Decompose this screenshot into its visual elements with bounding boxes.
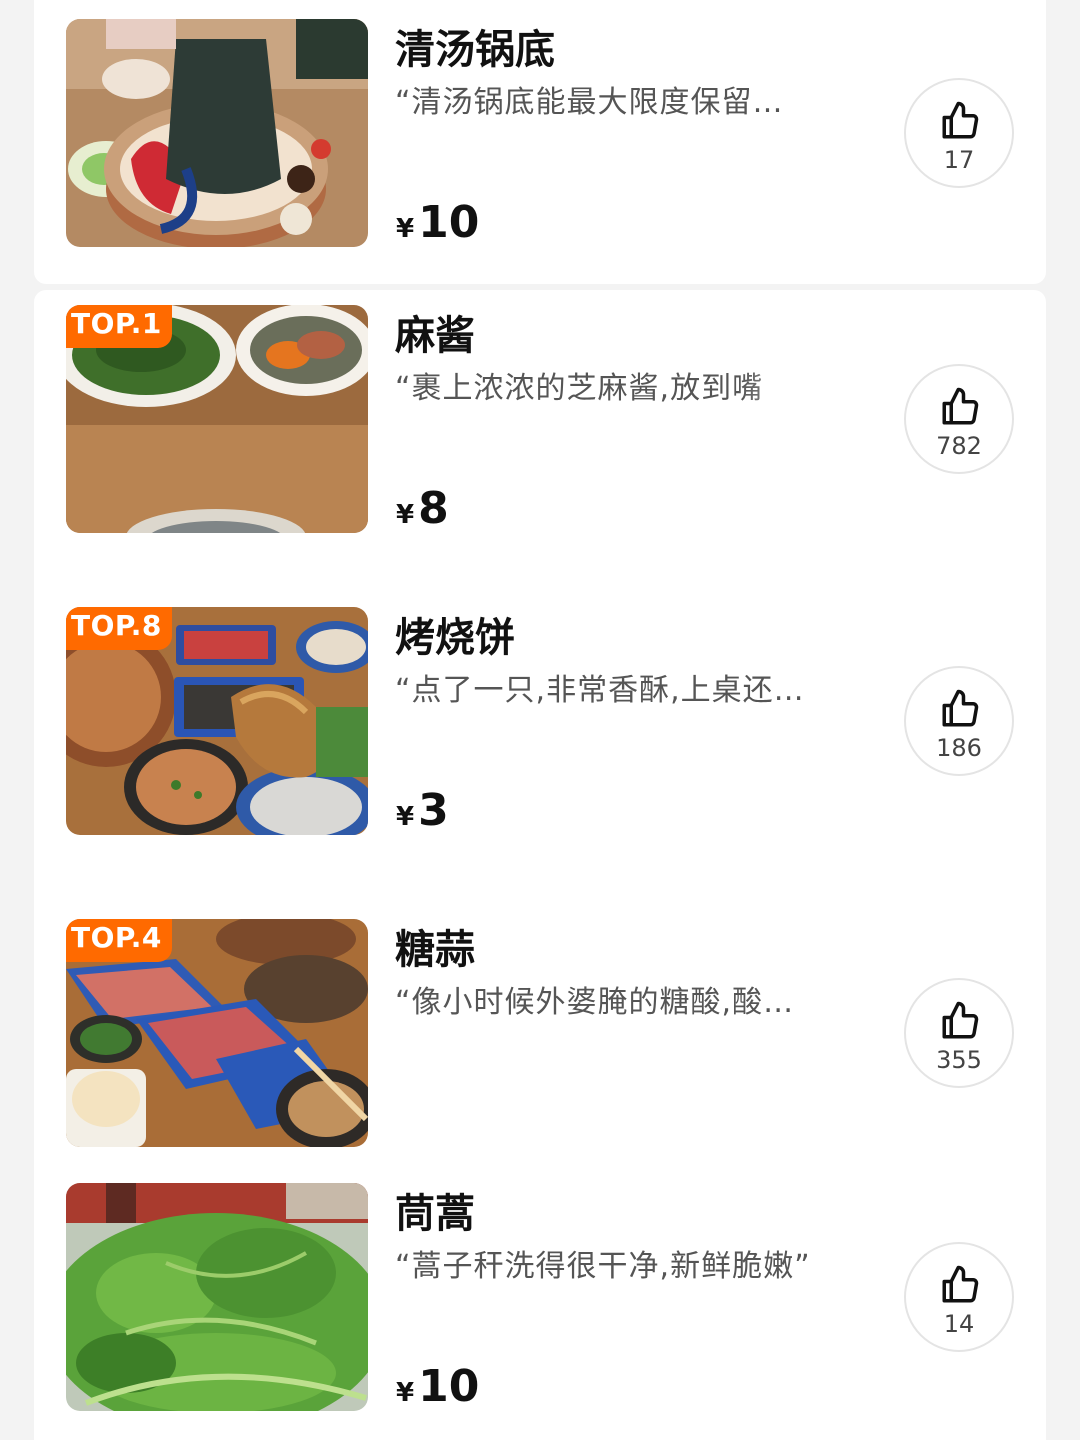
dish-item[interactable]: TOP.8 烤烧饼 “点了一只,非常香酥,上桌还… ¥3 186 (34, 607, 1046, 836)
dish-name: 清汤锅底 (395, 27, 555, 73)
dish-photo[interactable] (66, 1183, 368, 1411)
price-amount: 8 (418, 483, 449, 534)
dish-item[interactable]: TOP.1 麻酱 “裹上浓浓的芝麻酱,放到嘴 ¥8 782 (34, 305, 1046, 534)
dish-list-page: 清汤锅底 “清汤锅底能最大限度保留… ¥10 17 TOP.1 麻酱 “裹上浓浓… (0, 0, 1080, 1440)
like-count: 782 (936, 432, 982, 460)
dish-name: 茼蒿 (395, 1191, 475, 1237)
price-amount: 10 (418, 197, 480, 248)
thumbs-up-icon (942, 387, 979, 425)
like-count: 186 (936, 734, 982, 762)
dish-review-snippet: “像小时候外婆腌的糖酸,酸… (395, 985, 795, 1020)
like-count: 14 (943, 1310, 975, 1338)
dish-name: 烤烧饼 (395, 615, 515, 661)
dish-item[interactable]: 茼蒿 “蒿子秆洗得很干净,新鲜脆嫩” ¥10 14 (34, 1183, 1046, 1412)
dish-review-snippet: “蒿子秆洗得很干净,新鲜脆嫩” (395, 1249, 811, 1284)
dish-photo[interactable]: TOP.8 (66, 607, 368, 835)
thumbs-up-icon (942, 689, 979, 727)
dish-review-snippet: “点了一只,非常香酥,上桌还… (395, 673, 805, 708)
thumbs-up-icon (942, 1001, 979, 1039)
dish-item[interactable]: TOP.4 糖蒜 “像小时候外婆腌的糖酸,酸… 355 (34, 919, 1046, 1147)
dish-price: ¥10 (396, 1361, 479, 1412)
currency-symbol: ¥ (396, 214, 415, 244)
like-button[interactable]: 355 (904, 978, 1014, 1088)
dish-price: ¥3 (396, 785, 449, 836)
thumbs-up-icon (942, 1265, 979, 1303)
dish-photo[interactable]: TOP.1 (66, 305, 368, 533)
dish-item[interactable]: 清汤锅底 “清汤锅底能最大限度保留… ¥10 17 (34, 19, 1046, 248)
price-amount: 10 (418, 1361, 480, 1412)
hotpot-photo (66, 19, 368, 247)
dish-price: ¥8 (396, 483, 449, 534)
dish-review-snippet: “清汤锅底能最大限度保留… (395, 85, 784, 120)
ranking-badge: TOP.8 (66, 607, 172, 650)
currency-symbol: ¥ (396, 802, 415, 832)
dish-photo[interactable]: TOP.4 (66, 919, 368, 1147)
currency-symbol: ¥ (396, 1378, 415, 1408)
currency-symbol: ¥ (396, 500, 415, 530)
ranking-badge: TOP.4 (66, 919, 172, 962)
like-button[interactable]: 186 (904, 666, 1014, 776)
dish-photo[interactable] (66, 19, 368, 247)
like-button[interactable]: 782 (904, 364, 1014, 474)
like-count: 355 (936, 1046, 982, 1074)
like-button[interactable]: 14 (904, 1242, 1014, 1352)
dish-name: 麻酱 (395, 313, 475, 359)
like-count: 17 (943, 146, 975, 174)
thumbs-up-icon (942, 101, 979, 139)
price-amount: 3 (418, 785, 449, 836)
ranking-badge: TOP.1 (66, 305, 172, 348)
dish-review-snippet: “裹上浓浓的芝麻酱,放到嘴 (395, 371, 764, 406)
dish-name: 糖蒜 (395, 927, 475, 973)
dish-price: ¥10 (396, 197, 479, 248)
crown-daisy-photo (66, 1183, 368, 1411)
like-button[interactable]: 17 (904, 78, 1014, 188)
